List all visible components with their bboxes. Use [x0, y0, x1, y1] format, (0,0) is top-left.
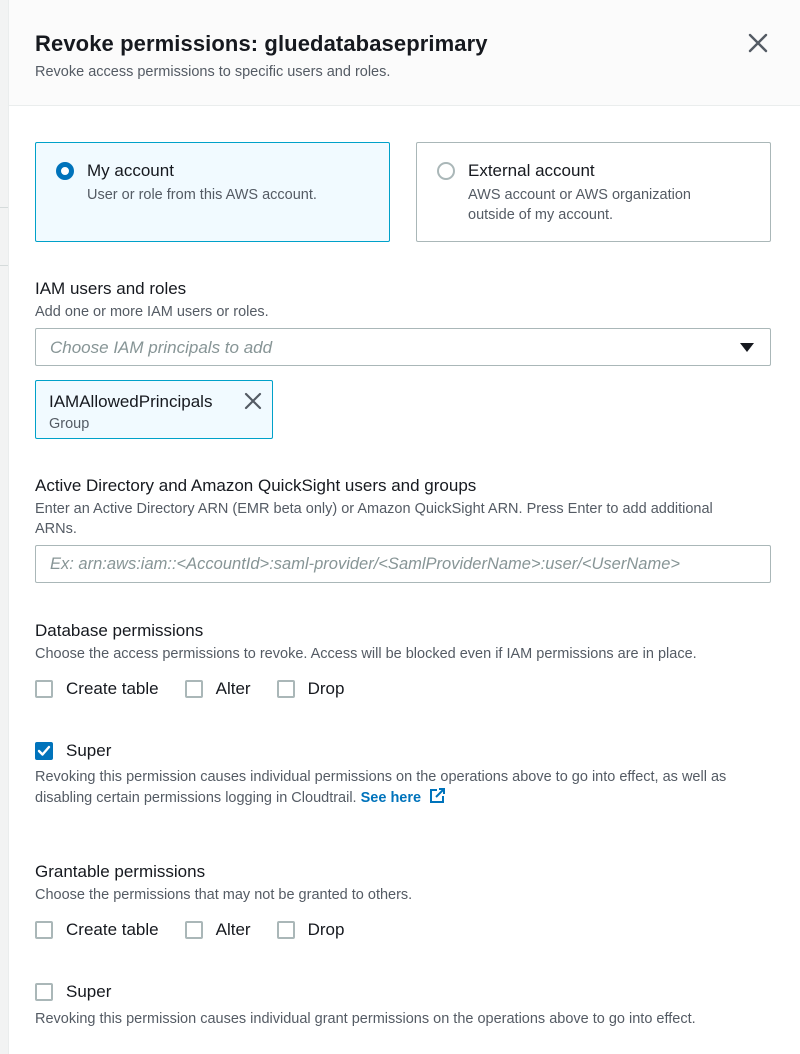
db-super-row: Super: [35, 739, 137, 763]
db-super-description: Revoking this permission causes individu…: [35, 767, 775, 808]
db-alter-checkbox[interactable]: Alter: [184, 679, 251, 699]
grant-super-description: Revoking this permission causes individu…: [35, 1011, 696, 1027]
database-permissions-description: Choose the access permissions to revoke.…: [35, 646, 697, 662]
check-icon: [37, 745, 51, 756]
close-button[interactable]: [745, 30, 771, 56]
token-type: Group: [49, 416, 90, 432]
checkbox-box[interactable]: [35, 983, 53, 1001]
active-directory-description: Enter an Active Directory ARN (EMR beta …: [35, 501, 713, 537]
checkbox-box[interactable]: [276, 921, 295, 939]
active-directory-label: Active Directory and Amazon QuickSight u…: [35, 476, 477, 495]
grant-alter-checkbox[interactable]: Alter: [184, 920, 251, 940]
external-account-tile[interactable]: External account AWS account or AWS orga…: [416, 142, 771, 242]
checkbox-label: Create table: [66, 920, 159, 939]
dialog-title: Revoke permissions: gluedatabaseprimary: [35, 31, 488, 56]
arn-input-placeholder: Ex: arn:aws:iam::<AccountId>:saml-provid…: [50, 555, 681, 573]
checkbox-label: Create table: [66, 679, 159, 698]
checkbox-box[interactable]: [184, 921, 203, 939]
db-super-checkbox[interactable]: Super: [35, 741, 111, 761]
remove-token-button[interactable]: [242, 390, 264, 412]
checkbox-box[interactable]: [35, 680, 53, 698]
grant-super-checkbox[interactable]: Super: [35, 982, 111, 1002]
grantable-permissions-options: Create table Alter Drop: [35, 918, 370, 942]
close-icon: [244, 392, 262, 410]
grant-create-table-checkbox[interactable]: Create table: [35, 920, 159, 940]
checkbox-label: Drop: [307, 920, 345, 939]
close-icon: [748, 33, 768, 53]
external-account-label: External account: [468, 161, 595, 180]
database-permissions-options: Create table Alter Drop: [35, 677, 370, 701]
dialog-subtitle: Revoke access permissions to specific us…: [35, 64, 391, 80]
external-account-description: AWS account or AWS organization outside …: [468, 187, 691, 223]
checkbox-box[interactable]: [35, 742, 53, 760]
grantable-permissions-description: Choose the permissions that may not be g…: [35, 887, 413, 903]
grant-super-row: Super: [35, 980, 137, 1004]
see-here-link[interactable]: See here: [360, 788, 447, 806]
checkbox-box[interactable]: [276, 680, 295, 698]
database-permissions-label: Database permissions: [35, 621, 204, 640]
checkbox-label: Alter: [215, 679, 251, 698]
dialog-header: Revoke permissions: gluedatabaseprimary …: [9, 0, 800, 106]
iam-principals-placeholder: Choose IAM principals to add: [50, 338, 273, 357]
external-account-radio[interactable]: [437, 162, 455, 180]
checkbox-label: Alter: [215, 920, 251, 939]
token-name: IAMAllowedPrincipals: [49, 392, 213, 411]
checkbox-box[interactable]: [35, 921, 53, 939]
db-create-table-checkbox[interactable]: Create table: [35, 679, 159, 699]
arn-input[interactable]: Ex: arn:aws:iam::<AccountId>:saml-provid…: [35, 545, 771, 583]
grantable-permissions-label: Grantable permissions: [35, 862, 206, 881]
db-drop-checkbox[interactable]: Drop: [276, 679, 345, 699]
checkbox-label: Super: [66, 741, 112, 760]
checkbox-label: Drop: [307, 679, 345, 698]
iam-users-description: Add one or more IAM users or roles.: [35, 304, 269, 320]
see-here-link-text: See here: [360, 790, 422, 806]
external-link-icon: [430, 788, 446, 803]
my-account-label: My account: [87, 161, 174, 180]
iam-principals-select[interactable]: Choose IAM principals to add: [35, 328, 771, 366]
revoke-permissions-dialog: Revoke permissions: gluedatabaseprimary …: [8, 0, 800, 1054]
checkbox-label: Super: [66, 982, 112, 1001]
my-account-tile[interactable]: My account User or role from this AWS ac…: [35, 142, 390, 242]
my-account-description: User or role from this AWS account.: [87, 187, 317, 203]
checkbox-box[interactable]: [184, 680, 203, 698]
iam-users-label: IAM users and roles: [35, 279, 187, 298]
selected-principal-token: IAMAllowedPrincipals Group: [35, 380, 273, 439]
grant-drop-checkbox[interactable]: Drop: [276, 920, 345, 940]
my-account-radio[interactable]: [56, 162, 74, 180]
caret-down-icon: [740, 343, 754, 352]
